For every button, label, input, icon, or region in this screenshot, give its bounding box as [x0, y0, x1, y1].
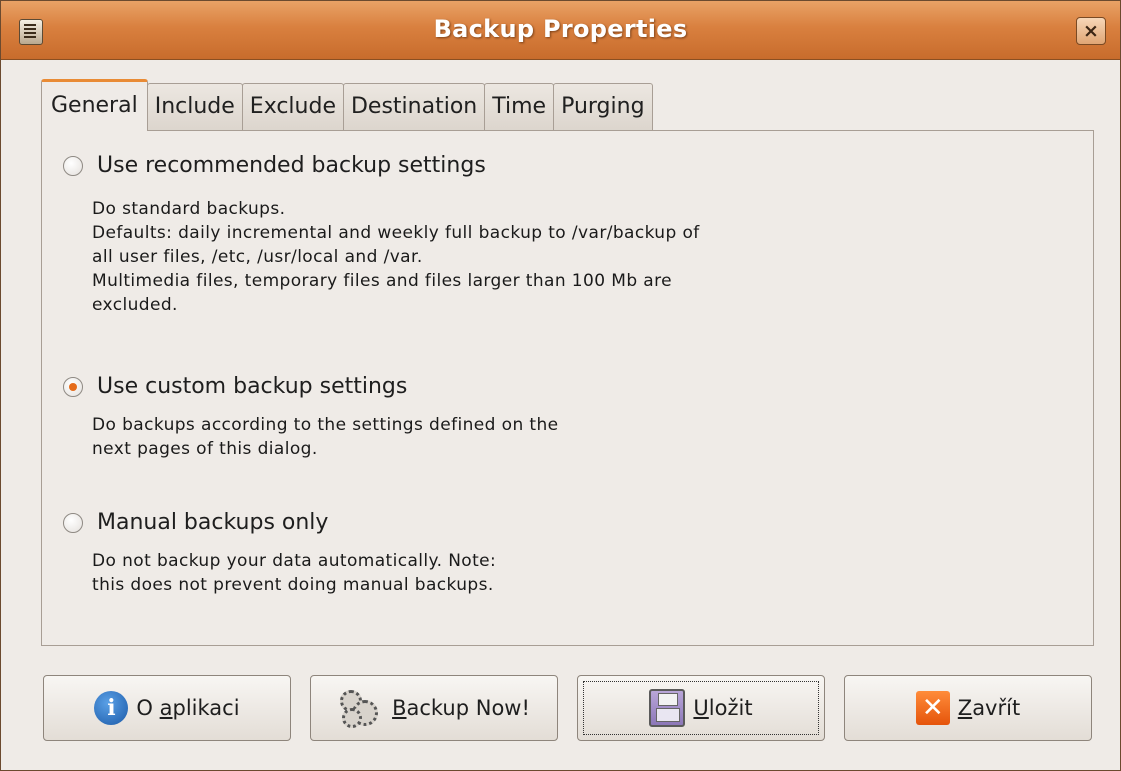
tab-general[interactable]: General — [41, 79, 148, 131]
recommended-description: Do standard backups. Defaults: daily inc… — [92, 199, 700, 315]
radio-option-manual[interactable]: Manual backups only — [63, 510, 328, 535]
radio-option-custom[interactable]: Use custom backup settings — [63, 374, 407, 399]
general-tab-panel: Use recommended backup settings Do stand… — [41, 130, 1094, 646]
radio-label-recommended: Use recommended backup settings — [97, 153, 486, 178]
save-label: Uložit — [693, 696, 753, 720]
tab-include[interactable]: Include — [146, 83, 243, 131]
info-icon: i — [94, 691, 129, 725]
radio-label-custom: Use custom backup settings — [97, 374, 408, 399]
backup-now-label: Backup Now! — [392, 696, 530, 720]
radio-button-manual[interactable] — [63, 512, 83, 533]
about-label: O aplikaci — [136, 696, 240, 720]
custom-description: Do backups according to the settings def… — [92, 415, 559, 459]
manual-description: Do not backup your data automatically. N… — [92, 551, 497, 595]
gears-icon — [338, 688, 384, 728]
about-button[interactable]: i O aplikaci — [43, 675, 291, 741]
floppy-disk-icon — [649, 689, 686, 727]
close-x-icon: ✕ — [915, 691, 950, 725]
radio-button-recommended[interactable] — [63, 155, 83, 176]
close-label: Zavřít — [957, 696, 1021, 720]
window-close-button[interactable]: × — [1076, 17, 1106, 45]
backup-now-button[interactable]: Backup Now! — [310, 675, 558, 741]
tab-destination[interactable]: Destination — [342, 83, 486, 131]
radio-button-custom[interactable] — [63, 376, 83, 397]
tab-bar: General Include Exclude Destination Time… — [41, 79, 653, 131]
tab-time[interactable]: Time — [484, 83, 555, 131]
close-button[interactable]: ✕ Zavřít — [844, 675, 1092, 741]
radio-option-recommended[interactable]: Use recommended backup settings — [63, 153, 486, 178]
tab-purging[interactable]: Purging — [553, 83, 653, 131]
tab-exclude[interactable]: Exclude — [241, 83, 344, 131]
title-bar[interactable]: Backup Properties × — [1, 1, 1120, 60]
window-title: Backup Properties — [433, 15, 688, 43]
backup-properties-window: Backup Properties × General Include Excl… — [0, 0, 1121, 771]
save-button[interactable]: Uložit — [577, 675, 825, 741]
radio-label-manual: Manual backups only — [97, 510, 329, 535]
